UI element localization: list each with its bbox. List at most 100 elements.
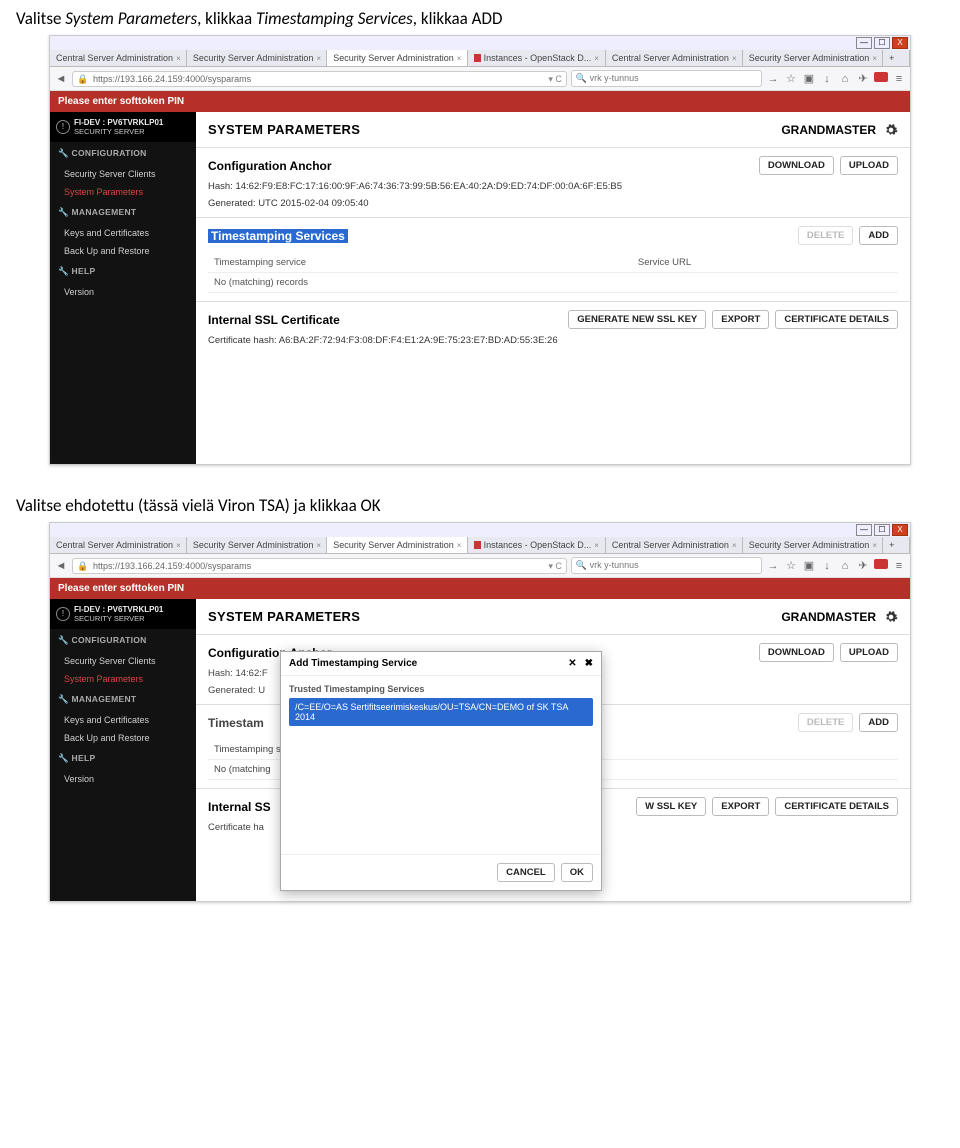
cert-details-button[interactable]: CERTIFICATE DETAILS	[775, 797, 898, 816]
search-input[interactable]: 🔍 vrk y-tunnus	[571, 70, 762, 87]
page-title: SYSTEM PARAMETERS	[208, 122, 360, 137]
dialog-title: Add Timestamping Service	[289, 658, 417, 669]
sidebar-item-clients[interactable]: Security Server Clients	[50, 165, 196, 183]
tab-4[interactable]: Central Server Administration×	[606, 50, 743, 66]
go-icon[interactable]: →	[766, 73, 780, 85]
minimize-button[interactable]: —	[856, 37, 872, 49]
tab-1[interactable]: Security Server Administration×	[187, 537, 327, 553]
sidebar-item-version[interactable]: Version	[50, 283, 196, 301]
browser-tabs: Central Server Administration× Security …	[50, 537, 910, 554]
adblock-icon[interactable]	[874, 559, 888, 572]
download-button[interactable]: DOWNLOAD	[759, 643, 834, 662]
doc-instruction-1: Valitse System Parameters, klikkaa Times…	[16, 8, 944, 29]
star-icon[interactable]: ☆	[784, 72, 798, 85]
sidebar-section-configuration: 🔧 CONFIGURATION	[50, 629, 196, 652]
back-icon[interactable]: ◄	[54, 560, 68, 572]
maximize-button[interactable]: ☐	[874, 524, 890, 536]
dialog-close-icon[interactable]: ✖	[585, 658, 593, 669]
ssl-title: Internal SS	[208, 800, 271, 814]
home-icon[interactable]: ⌂	[838, 560, 852, 572]
sidebar-item-keys[interactable]: Keys and Certificates	[50, 224, 196, 242]
maximize-button[interactable]: ☐	[874, 37, 890, 49]
delete-button: DELETE	[798, 226, 853, 245]
sidebar-section-configuration: 🔧 CONFIGURATION	[50, 142, 196, 165]
add-button[interactable]: ADD	[859, 226, 898, 245]
cancel-button[interactable]: CANCEL	[497, 863, 555, 882]
clipboard-icon[interactable]: ▣	[802, 559, 816, 572]
add-button[interactable]: ADD	[859, 713, 898, 732]
user-label: GRANDMASTER	[781, 123, 876, 137]
info-icon: !	[56, 120, 70, 134]
sidebar: ! FI-DEV : PV6TVRKLP01 SECURITY SERVER 🔧…	[50, 599, 196, 901]
tab-2[interactable]: Security Server Administration×	[327, 50, 467, 66]
menu-icon[interactable]: ≡	[892, 73, 906, 85]
sidebar-item-clients[interactable]: Security Server Clients	[50, 652, 196, 670]
generate-ssl-button[interactable]: W SSL KEY	[636, 797, 706, 816]
upload-button[interactable]: UPLOAD	[840, 156, 898, 175]
sidebar-item-backup[interactable]: Back Up and Restore	[50, 242, 196, 260]
tab-5[interactable]: Security Server Administration×	[743, 50, 883, 66]
gear-icon[interactable]	[884, 123, 898, 137]
url-bar: ◄ 🔒 https://193.166.24.159:4000/sysparam…	[50, 67, 910, 91]
sidebar-item-backup[interactable]: Back Up and Restore	[50, 729, 196, 747]
sidebar-section-management: 🔧 MANAGEMENT	[50, 688, 196, 711]
download-icon[interactable]: ↓	[820, 560, 834, 572]
menu-icon[interactable]: ≡	[892, 560, 906, 572]
export-button[interactable]: EXPORT	[712, 797, 769, 816]
export-button[interactable]: EXPORT	[712, 310, 769, 329]
tab-2[interactable]: Security Server Administration×	[327, 537, 467, 553]
main-panel: SYSTEM PARAMETERS GRANDMASTER Configurat…	[196, 112, 910, 464]
go-icon[interactable]: →	[766, 560, 780, 572]
home-icon[interactable]: ⌂	[838, 73, 852, 85]
lock-icon: 🔒	[77, 561, 88, 572]
adblock-icon[interactable]	[874, 72, 888, 85]
back-icon[interactable]: ◄	[54, 73, 68, 85]
section-configuration-anchor: Configuration Anchor DOWNLOAD UPLOAD Has…	[196, 147, 910, 217]
tab-0[interactable]: Central Server Administration×	[50, 50, 187, 66]
new-tab-button[interactable]: +	[883, 50, 910, 66]
generate-ssl-button[interactable]: GENERATE NEW SSL KEY	[568, 310, 706, 329]
send-icon[interactable]: ✈	[856, 559, 870, 572]
sidebar-item-keys[interactable]: Keys and Certificates	[50, 711, 196, 729]
send-icon[interactable]: ✈	[856, 72, 870, 85]
tab-3[interactable]: Instances - OpenStack D...×	[468, 537, 606, 553]
address-input[interactable]: 🔒 https://193.166.24.159:4000/sysparams …	[72, 71, 567, 87]
tab-0[interactable]: Central Server Administration×	[50, 537, 187, 553]
tab-3[interactable]: Instances - OpenStack D...×	[468, 50, 606, 66]
search-input[interactable]: 🔍 vrk y-tunnus	[571, 557, 762, 574]
tab-5[interactable]: Security Server Administration×	[743, 537, 883, 553]
delete-button: DELETE	[798, 713, 853, 732]
star-icon[interactable]: ☆	[784, 559, 798, 572]
clipboard-icon[interactable]: ▣	[802, 72, 816, 85]
tsa-option[interactable]: /C=EE/O=AS Sertifitseerimiskeskus/OU=TSA…	[289, 698, 593, 726]
upload-button[interactable]: UPLOAD	[840, 643, 898, 662]
page-title: SYSTEM PARAMETERS	[208, 609, 360, 624]
sidebar-item-system-parameters[interactable]: System Parameters	[50, 670, 196, 688]
download-icon[interactable]: ↓	[820, 73, 834, 85]
doc-instruction-2: Valitse ehdotettu (tässä vielä Viron TSA…	[16, 495, 944, 516]
new-tab-button[interactable]: +	[883, 537, 910, 553]
sidebar-item-system-parameters[interactable]: System Parameters	[50, 183, 196, 201]
close-button[interactable]: X	[892, 524, 908, 536]
softtoken-notice: Please enter softtoken PIN	[50, 91, 910, 112]
openstack-icon	[474, 54, 481, 62]
timestamping-title: Timestamping Services	[208, 229, 348, 243]
address-input[interactable]: 🔒 https://193.166.24.159:4000/sysparams …	[72, 558, 567, 574]
dialog-expand-icon[interactable]: ✕	[568, 658, 576, 669]
cert-details-button[interactable]: CERTIFICATE DETAILS	[775, 310, 898, 329]
tab-4[interactable]: Central Server Administration×	[606, 537, 743, 553]
timestamping-table: Timestamping serviceService URL No (matc…	[208, 253, 898, 293]
download-button[interactable]: DOWNLOAD	[759, 156, 834, 175]
gear-icon[interactable]	[884, 610, 898, 624]
main-header: SYSTEM PARAMETERS GRANDMASTER	[196, 599, 910, 634]
ok-button[interactable]: OK	[561, 863, 593, 882]
tab-1[interactable]: Security Server Administration×	[187, 50, 327, 66]
info-icon: !	[56, 607, 70, 621]
minimize-button[interactable]: —	[856, 524, 872, 536]
timestamping-title: Timestam	[208, 716, 264, 730]
screenshot-2: — ☐ X Central Server Administration× Sec…	[49, 522, 911, 902]
close-button[interactable]: X	[892, 37, 908, 49]
section-timestamping: Timestamping Services DELETE ADD Timesta…	[196, 217, 910, 301]
screenshot-1: — ☐ X Central Server Administration× Sec…	[49, 35, 911, 465]
sidebar-item-version[interactable]: Version	[50, 770, 196, 788]
